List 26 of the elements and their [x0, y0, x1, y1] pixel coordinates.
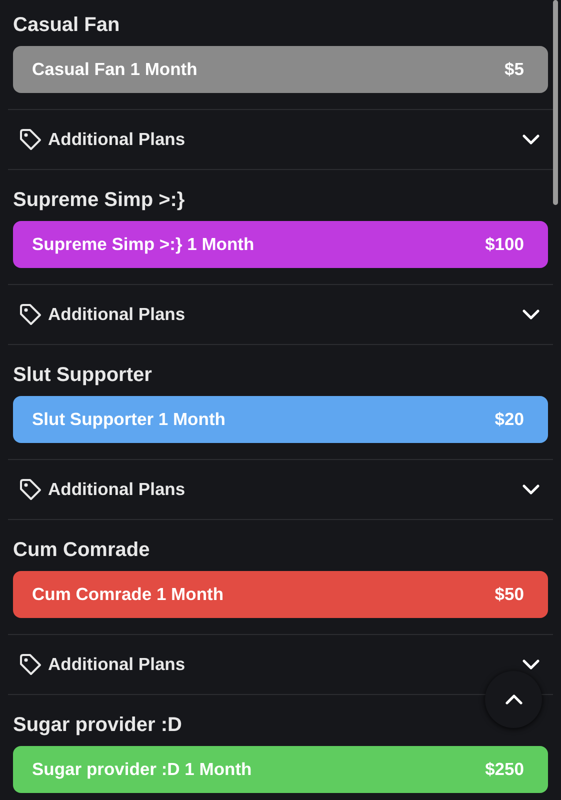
chevron-down-icon: [522, 309, 540, 320]
additional-plans-label: Additional Plans: [48, 129, 186, 150]
additional-plans-label: Additional Plans: [48, 304, 186, 325]
tier-title: Supreme Simp >:}: [13, 188, 186, 213]
tag-icon: [19, 654, 43, 676]
subscribe-button[interactable]: Slut Supporter 1 Month $20: [13, 396, 548, 443]
tag-icon: [19, 304, 43, 326]
chevron-down-icon: [522, 134, 540, 145]
subscribe-button[interactable]: Casual Fan 1 Month $5: [13, 46, 548, 93]
additional-plans-row[interactable]: Additional Plans: [8, 109, 553, 170]
subscribe-button[interactable]: Supreme Simp >:} 1 Month $100: [13, 221, 548, 268]
scrollbar-thumb[interactable]: [553, 0, 558, 205]
tier-title: Slut Supporter: [13, 363, 153, 388]
additional-plans-label: Additional Plans: [48, 479, 186, 500]
tag-icon: [19, 478, 43, 500]
additional-plans-label: Additional Plans: [48, 654, 186, 675]
tag-icon: [19, 128, 43, 150]
chevron-down-icon: [522, 659, 540, 670]
additional-plans-row[interactable]: Additional Plans: [8, 284, 553, 345]
chevron-down-icon: [522, 484, 540, 495]
chevron-up-icon: [504, 694, 522, 705]
subscribe-button[interactable]: Cum Comrade 1 Month $50: [13, 571, 548, 618]
tier-title: Sugar provider :D: [13, 713, 183, 738]
additional-plans-row[interactable]: Additional Plans: [8, 459, 553, 520]
tier-title: Casual Fan: [13, 13, 121, 38]
tier-title: Cum Comrade: [13, 538, 151, 563]
